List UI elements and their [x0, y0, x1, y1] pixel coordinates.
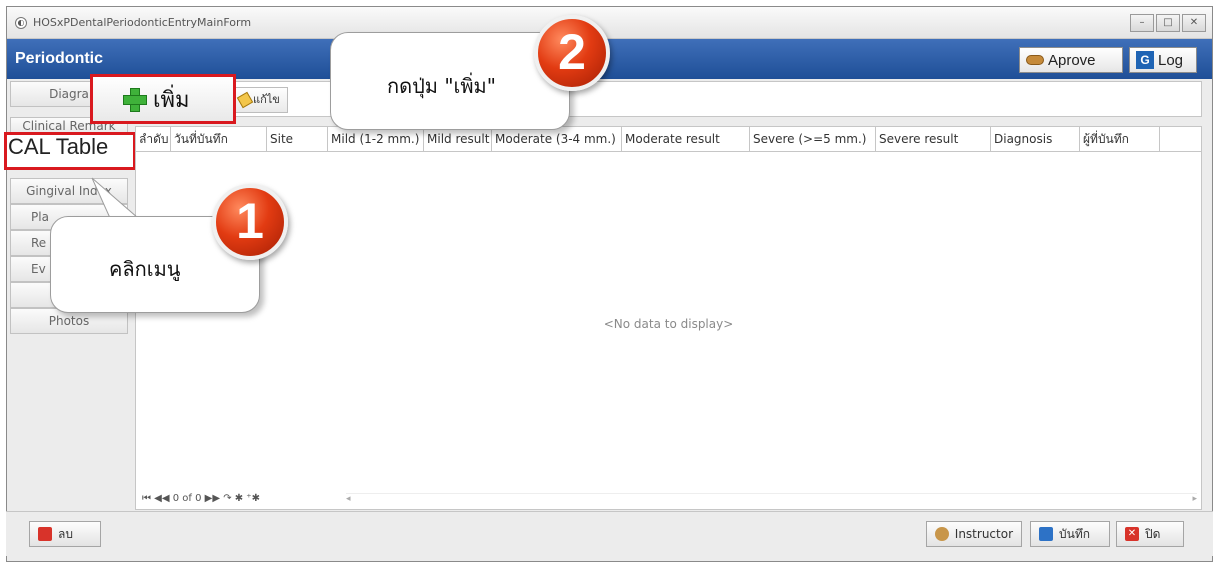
scroll-left-icon[interactable]: ◂ — [346, 494, 351, 504]
log-label: Log — [1158, 51, 1184, 69]
col-mild[interactable]: Mild (1-2 mm.) — [328, 127, 424, 152]
close-button[interactable]: ✕ ปิด — [1116, 521, 1184, 547]
instructor-button[interactable]: Instructor — [926, 521, 1022, 547]
toolbar: แก้ไข — [128, 81, 1202, 117]
delete-label: ลบ — [58, 526, 73, 541]
callout-step-1-text: คลิกเมนู — [109, 257, 181, 281]
pencil-icon — [236, 91, 254, 109]
sidebar-item-cal-table[interactable]: CAL Table — [4, 132, 136, 170]
close-window-button[interactable]: ✕ — [1182, 14, 1206, 32]
app-icon: ◐ — [15, 17, 27, 29]
edit-button[interactable]: แก้ไข — [230, 87, 288, 113]
col-recorder[interactable]: ผู้ที่บันทึก — [1080, 127, 1160, 152]
window-title: HOSxPDentalPeriodonticEntryMainForm — [33, 16, 252, 29]
col-mild-result[interactable]: Mild result — [424, 127, 492, 152]
save-label: บันทึก — [1059, 526, 1090, 541]
step-1-badge: 1 — [212, 184, 288, 260]
scroll-right-icon[interactable]: ▸ — [1192, 494, 1197, 504]
log-icon: G — [1136, 51, 1154, 69]
callout-step-2-text: กดปุ่ม "เพิ่ม" — [387, 74, 496, 98]
add-label: เพิ่ม — [153, 87, 190, 113]
step-2-badge: 2 — [534, 15, 610, 91]
close-icon: ✕ — [1125, 527, 1139, 541]
trash-icon — [38, 527, 52, 541]
save-icon — [1039, 527, 1053, 541]
col-moderate-result[interactable]: Moderate result — [622, 127, 750, 152]
delete-button[interactable]: ลบ — [29, 521, 101, 547]
add-button[interactable]: เพิ่ม — [90, 74, 236, 124]
col-diagnosis[interactable]: Diagnosis — [991, 127, 1080, 152]
cal-table-grid: ลำดับ วันที่บันทึก Site Mild (1-2 mm.) M… — [135, 126, 1202, 510]
col-severe[interactable]: Severe (>=5 mm.) — [750, 127, 876, 152]
minimize-button[interactable]: – — [1130, 14, 1154, 32]
col-moderate[interactable]: Moderate (3-4 mm.) — [492, 127, 622, 152]
col-record-date[interactable]: วันที่บันทึก — [171, 127, 267, 152]
log-button[interactable]: G Log — [1129, 47, 1197, 73]
col-order[interactable]: ลำดับ — [136, 127, 171, 152]
horizontal-scrollbar[interactable]: ◂ ▸ — [346, 493, 1197, 505]
approve-label: Aprove — [1048, 51, 1096, 69]
user-icon — [935, 527, 949, 541]
col-site[interactable]: Site — [267, 127, 328, 152]
plus-icon — [123, 88, 147, 112]
record-navigator[interactable]: ⏮ ◀◀ 0 of 0 ▶▶ ↷ ✱ ⁺✱ — [136, 493, 336, 504]
save-button[interactable]: บันทึก — [1030, 521, 1110, 547]
bottom-bar: ลบ Instructor บันทึก ✕ ปิด — [6, 511, 1213, 556]
close-label: ปิด — [1145, 526, 1161, 541]
no-data-message: <No data to display> — [603, 317, 734, 331]
grid-navigator: ⏮ ◀◀ 0 of 0 ▶▶ ↷ ✱ ⁺✱ ◂ ▸ — [136, 487, 1201, 509]
module-title: Periodontic — [15, 50, 104, 67]
edit-label: แก้ไข — [253, 93, 280, 106]
window-controls: – □ ✕ — [1130, 14, 1206, 32]
maximize-button[interactable]: □ — [1156, 14, 1180, 32]
approve-button[interactable]: Aprove — [1019, 47, 1123, 73]
title-bar: ◐ HOSxPDentalPeriodonticEntryMainForm – … — [7, 7, 1212, 39]
grid-header-row: ลำดับ วันที่บันทึก Site Mild (1-2 mm.) M… — [136, 127, 1201, 152]
col-severe-result[interactable]: Severe result — [876, 127, 991, 152]
handshake-icon — [1026, 55, 1044, 65]
instructor-label: Instructor — [954, 527, 1013, 541]
